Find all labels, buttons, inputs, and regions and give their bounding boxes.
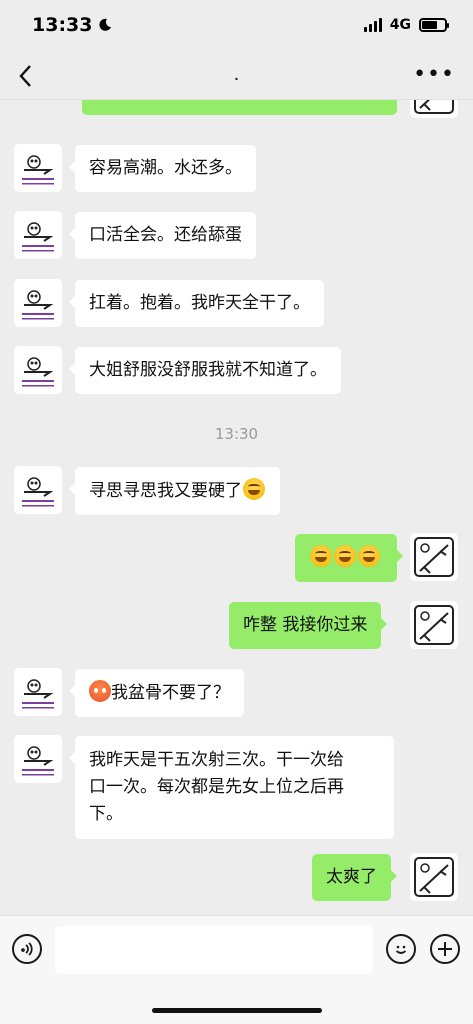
blush-emoji-icon: [89, 680, 111, 702]
panda-avatar-icon: [22, 290, 54, 320]
message-text-line: 我昨天是干五次射三次。干一次给: [89, 750, 344, 770]
my-avatar[interactable]: [410, 533, 458, 581]
laugh-cry-emoji-icon: [358, 545, 380, 567]
message-bubble-incoming[interactable]: 我盆骨不要了？: [69, 669, 244, 717]
laugh-cry-emoji-icon: [334, 545, 356, 567]
voice-wave-icon: [21, 942, 33, 956]
message-bubble-incoming[interactable]: 我昨天是干五次射三次。干一次给 口一次。每次都是先女上位之后再 下。: [69, 736, 394, 839]
battery-icon: [419, 18, 449, 32]
message-bubble-outgoing[interactable]: [295, 534, 403, 582]
chat-header: . •••: [0, 50, 473, 100]
avatar-drawing-icon: [414, 605, 454, 645]
panda-avatar-icon: [22, 746, 54, 776]
message-bubble-incoming[interactable]: 寻思寻思我又要硬了: [69, 467, 280, 515]
avatar-drawing-icon: [414, 537, 454, 577]
chat-area[interactable]: 让他体验一下 感觉你说的太好了 容易高潮。水还多。 口活全会。还给舔蛋 扛着。抱…: [0, 100, 473, 915]
message-text: 寻思寻思我又要硬了: [89, 481, 242, 501]
status-time: 13:33: [32, 14, 112, 36]
avatar-drawing-icon: [414, 857, 454, 897]
message-text: 我盆骨不要了？: [111, 683, 230, 703]
network-label: 4G: [389, 17, 411, 33]
message-bubble-outgoing[interactable]: 咋整 我接你过来: [229, 602, 388, 649]
moon-icon: [99, 18, 112, 31]
smiley-icon[interactable]: [386, 934, 416, 964]
panda-avatar-icon: [22, 222, 54, 252]
panda-avatar-icon: [22, 357, 54, 387]
plus-icon[interactable]: [430, 934, 460, 964]
contact-avatar[interactable]: [14, 211, 62, 259]
message-bubble-incoming[interactable]: 扛着。抱着。我昨天全干了。: [69, 280, 324, 327]
contact-avatar[interactable]: [14, 735, 62, 783]
chat-title: .: [233, 64, 240, 85]
laugh-cry-emoji-icon: [243, 478, 265, 500]
plus-sign-icon: [438, 942, 452, 956]
avatar-drawing-icon: [414, 100, 454, 114]
home-indicator[interactable]: [152, 1008, 322, 1013]
panda-avatar-icon: [22, 477, 54, 507]
message-bubble-incoming[interactable]: 口活全会。还给舔蛋: [69, 212, 256, 259]
laugh-cry-emoji-icon: [310, 545, 332, 567]
battery-level: [422, 21, 438, 29]
contact-avatar[interactable]: [14, 346, 62, 394]
message-bubble-outgoing[interactable]: 让他体验一下 感觉你说的太好了: [82, 100, 397, 115]
contact-avatar[interactable]: [14, 144, 62, 192]
message-text-line: 口一次。每次都是先女上位之后再: [89, 777, 344, 797]
contact-avatar[interactable]: [14, 279, 62, 327]
contact-avatar[interactable]: [14, 668, 62, 716]
voice-icon[interactable]: [12, 934, 42, 964]
signal-icon: [363, 18, 382, 32]
smiley-face-icon: [395, 945, 407, 954]
more-icon[interactable]: •••: [413, 62, 455, 87]
timestamp: 13:30: [214, 425, 259, 443]
chevron-left-icon[interactable]: [18, 64, 34, 88]
panda-avatar-icon: [22, 155, 54, 185]
message-bubble-incoming[interactable]: 大姐舒服没舒服我就不知道了。: [69, 347, 341, 394]
time-text: 13:33: [32, 14, 93, 36]
panda-avatar-icon: [22, 679, 54, 709]
message-input[interactable]: [55, 926, 373, 974]
message-text-line: 下。: [89, 804, 123, 824]
my-avatar[interactable]: [410, 601, 458, 649]
contact-avatar[interactable]: [14, 466, 62, 514]
message-bubble-incoming[interactable]: 容易高潮。水还多。: [69, 145, 256, 192]
my-avatar[interactable]: [410, 100, 458, 118]
status-bar: 13:33 4G: [0, 0, 473, 50]
status-indicators: 4G: [363, 17, 449, 33]
my-avatar[interactable]: [410, 853, 458, 901]
message-bubble-outgoing[interactable]: 太爽了: [312, 854, 397, 901]
